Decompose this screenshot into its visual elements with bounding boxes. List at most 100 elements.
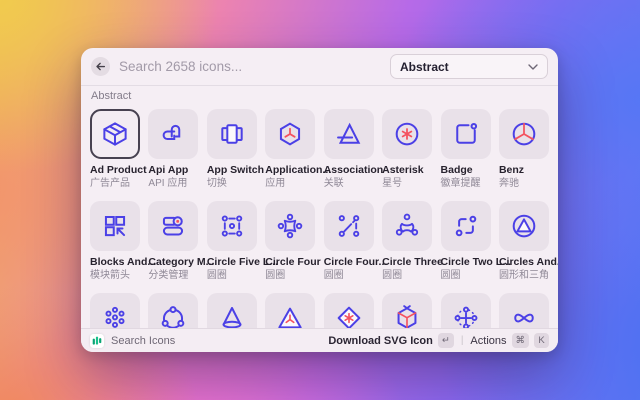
icon-name: Association (324, 164, 382, 176)
icon-cell-circle-nodes[interactable] (148, 293, 198, 328)
circle-nodes-icon (148, 293, 198, 328)
icon-subtitle: 星号 (382, 178, 432, 189)
cmd-key-badge: ⌘ (512, 333, 530, 348)
section-label: Abstract (91, 90, 549, 103)
app-switch-icon (207, 109, 257, 159)
icon-cell-circle-four[interactable]: Circle Four圆圈 (265, 201, 315, 281)
cross-circles-icon (441, 293, 491, 328)
icon-name: Circle Two L... (441, 256, 499, 268)
category-dropdown[interactable]: Abstract (390, 54, 548, 79)
icon-name: Benz (499, 164, 557, 176)
icon-cell-benz[interactable]: Benz奔驰 (499, 109, 549, 189)
association-icon (324, 109, 374, 159)
icon-cell-cube[interactable] (382, 293, 432, 328)
icon-subtitle: 奔驰 (499, 178, 549, 189)
icon-subtitle: 圆圈 (382, 270, 432, 281)
category-management-icon (148, 201, 198, 251)
back-button[interactable] (91, 57, 110, 76)
icon-subtitle: 切换 (207, 178, 257, 189)
circle-four-line-icon (324, 201, 374, 251)
icon-cell-category-management[interactable]: Category M...分类管理 (148, 201, 198, 281)
icon-subtitle: 模块箭头 (90, 270, 140, 281)
icon-cell-circles-and-triangles[interactable]: Circles And...圆形和三角 (499, 201, 549, 281)
dots-cluster-icon (90, 293, 140, 328)
arrow-left-icon (95, 61, 106, 72)
icon-subtitle: 圆圈 (441, 270, 491, 281)
triangle-y-icon (265, 293, 315, 328)
icon-name: Category M... (148, 256, 206, 268)
window-footer: Search Icons Download SVG Icon ↵ | Actio… (81, 328, 558, 352)
window-header: Search 2658 icons... Abstract (81, 48, 558, 86)
circle-five-line-icon (207, 201, 257, 251)
icon-name: Badge (441, 164, 499, 176)
icon-name: Circle Three (382, 256, 440, 268)
icon-cell-dots-cluster[interactable] (90, 293, 140, 328)
icon-subtitle: 广告产品 (90, 178, 140, 189)
circle-two-line-icon (441, 201, 491, 251)
icon-name: Circle Five L... (207, 256, 265, 268)
application-icon (265, 109, 315, 159)
icon-cell-blocks-and-arrows[interactable]: Blocks And...模块箭头 (90, 201, 140, 281)
icon-subtitle: 圆圈 (207, 270, 257, 281)
search-input[interactable]: Search 2658 icons... (119, 59, 242, 74)
icon-subtitle: 圆形和三角 (499, 270, 549, 281)
actions-button[interactable]: Actions (470, 335, 506, 347)
chevron-down-icon (528, 64, 538, 70)
icon-cell-circle-four-line[interactable]: Circle Four...圆圈 (324, 201, 374, 281)
results-area: Abstract Ad Product广告产品Api AppAPI 应用App … (81, 86, 558, 328)
icon-name: Asterisk (382, 164, 440, 176)
icon-name: App Switch (207, 164, 265, 176)
enter-key-badge: ↵ (438, 333, 454, 348)
infinity-icon (499, 293, 549, 328)
icon-name: Circles And... (499, 256, 557, 268)
circle-four-icon (265, 201, 315, 251)
icon-cell-app-switch[interactable]: App Switch切换 (207, 109, 257, 189)
icon-grid: Ad Product广告产品Api AppAPI 应用App Switch切换A… (90, 109, 549, 328)
badge-icon (441, 109, 491, 159)
icon-cell-infinity[interactable] (499, 293, 549, 328)
benz-icon (499, 109, 549, 159)
icon-subtitle: 分类管理 (148, 270, 198, 281)
icon-cell-association[interactable]: Association关联 (324, 109, 374, 189)
asterisk-icon (382, 109, 432, 159)
icon-subtitle: API 应用 (148, 178, 198, 189)
icon-name: Circle Four... (324, 256, 382, 268)
icon-search-window: Search 2658 icons... Abstract Abstract A… (81, 48, 558, 352)
icon-cell-asterisk[interactable]: Asterisk星号 (382, 109, 432, 189)
api-app-icon (148, 109, 198, 159)
diamond-asterisk-icon (324, 293, 374, 328)
icon-subtitle: 徽章提醒 (441, 178, 491, 189)
app-name: Search Icons (111, 335, 175, 347)
icon-cell-cone[interactable] (207, 293, 257, 328)
blocks-and-arrows-icon (90, 201, 140, 251)
icon-name: Api App (148, 164, 206, 176)
icon-name: Circle Four (265, 256, 323, 268)
icon-cell-circle-three[interactable]: Circle Three圆圈 (382, 201, 432, 281)
download-svg-button[interactable]: Download SVG Icon (328, 335, 433, 347)
icon-cell-circle-five-line[interactable]: Circle Five L...圆圈 (207, 201, 257, 281)
icon-name: Ad Product (90, 164, 148, 176)
icon-name: Blocks And... (90, 256, 148, 268)
circles-and-triangles-icon (499, 201, 549, 251)
icon-cell-circle-two-line[interactable]: Circle Two L...圆圈 (441, 201, 491, 281)
circle-three-icon (382, 201, 432, 251)
icon-cell-api-app[interactable]: Api AppAPI 应用 (148, 109, 198, 189)
icon-subtitle: 圆圈 (265, 270, 315, 281)
icon-cell-diamond-asterisk[interactable] (324, 293, 374, 328)
cone-icon (207, 293, 257, 328)
footer-divider: | (461, 335, 464, 346)
icon-subtitle: 关联 (324, 178, 374, 189)
category-dropdown-value: Abstract (400, 60, 449, 74)
icon-cell-application[interactable]: Application...应用 (265, 109, 315, 189)
iconpark-logo (90, 334, 104, 348)
icon-name: Application... (265, 164, 323, 176)
icon-subtitle: 圆圈 (324, 270, 374, 281)
icon-cell-ad-product[interactable]: Ad Product广告产品 (90, 109, 140, 189)
k-key-badge: K (534, 333, 549, 348)
icon-cell-badge[interactable]: Badge徽章提醒 (441, 109, 491, 189)
icon-cell-triangle-y[interactable] (265, 293, 315, 328)
icon-cell-cross-circles[interactable] (441, 293, 491, 328)
cube-icon (382, 293, 432, 328)
ad-product-icon (90, 109, 140, 159)
icon-subtitle: 应用 (265, 178, 315, 189)
